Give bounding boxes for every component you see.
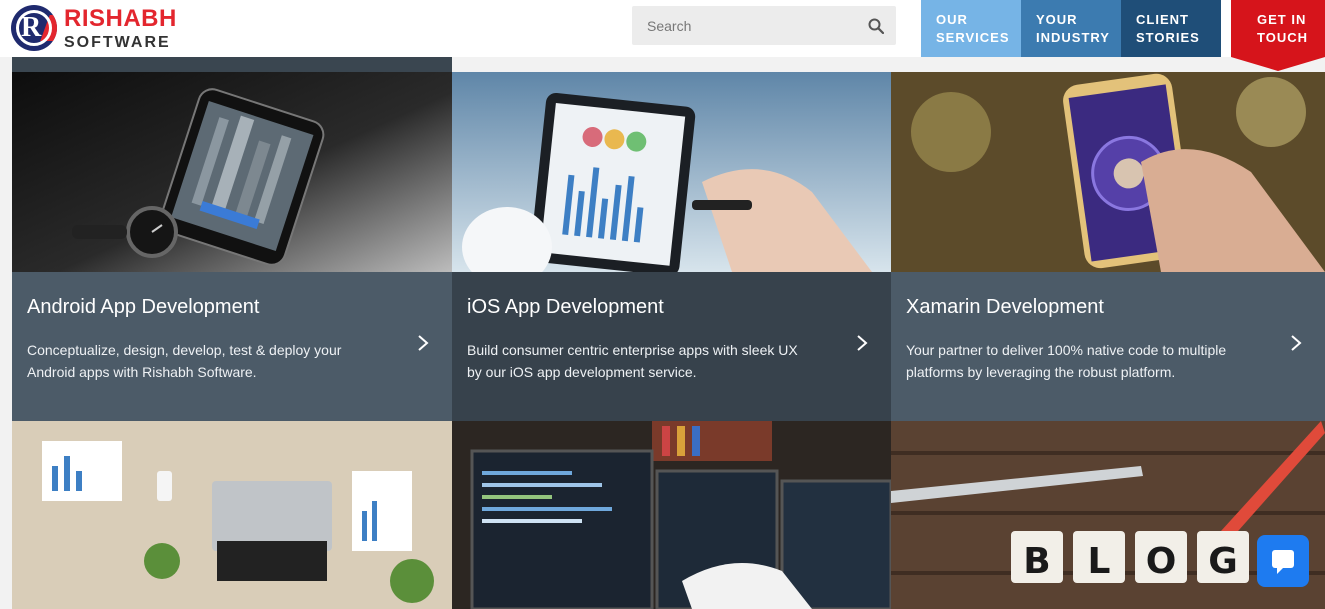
card-xamarin-info: Xamarin Development Your partner to deli… bbox=[891, 272, 1325, 421]
card-title: Android App Development bbox=[27, 296, 260, 318]
live-chat-button[interactable] bbox=[1257, 535, 1309, 587]
xamarin-phone-photo bbox=[891, 72, 1325, 272]
card-ios-info: iOS App Development Build consumer centr… bbox=[452, 272, 891, 421]
chevron-right-icon[interactable] bbox=[855, 334, 869, 352]
search-input[interactable] bbox=[632, 6, 860, 45]
services-grid: Android App Development Conceptualize, d… bbox=[12, 57, 1325, 609]
blog-letter-o: O bbox=[1145, 541, 1177, 582]
blog-letter-b: B bbox=[1023, 541, 1051, 582]
search-icon[interactable] bbox=[868, 18, 884, 34]
logo-line-2: SOFTWARE bbox=[64, 33, 171, 51]
site-header: R RISHABH SOFTWARE OUR SERVICES YOUR IND… bbox=[0, 0, 1325, 57]
nav-our-services[interactable]: OUR SERVICES bbox=[921, 0, 1021, 57]
chevron-right-icon[interactable] bbox=[1289, 334, 1303, 352]
chevron-right-icon[interactable] bbox=[416, 334, 430, 352]
get-in-touch-pointer bbox=[1231, 57, 1325, 71]
team-meeting-photo bbox=[12, 421, 452, 609]
card-xamarin[interactable]: Xamarin Development Your partner to deli… bbox=[891, 57, 1325, 421]
tile-coding-screens[interactable] bbox=[452, 421, 891, 609]
card-description: Your partner to deliver 100% native code… bbox=[906, 342, 1227, 380]
card-description: Build consumer centric enterprise apps w… bbox=[467, 342, 798, 380]
card-ios[interactable]: iOS App Development Build consumer centr… bbox=[452, 57, 891, 421]
android-phone-photo bbox=[12, 57, 452, 272]
nav-get-in-touch[interactable]: GET IN TOUCH bbox=[1231, 0, 1325, 57]
logo-line-1: RISHABH bbox=[64, 4, 177, 32]
search-box bbox=[632, 6, 896, 45]
card-android[interactable]: Android App Development Conceptualize, d… bbox=[12, 57, 452, 421]
nav-your-industry[interactable]: YOUR INDUSTRY bbox=[1021, 0, 1121, 57]
ipad-analytics-photo bbox=[452, 72, 891, 272]
card-title: Xamarin Development bbox=[906, 296, 1104, 318]
card-android-info: Android App Development Conceptualize, d… bbox=[12, 272, 452, 421]
rishabh-logo[interactable]: R RISHABH SOFTWARE bbox=[11, 4, 177, 52]
blog-letter-l: L bbox=[1087, 541, 1111, 582]
card-title: iOS App Development bbox=[467, 296, 664, 318]
coding-screens-photo bbox=[452, 421, 891, 609]
logo-badge-icon: R bbox=[11, 5, 57, 51]
tile-team-meeting[interactable] bbox=[12, 421, 452, 609]
blog-letter-g: G bbox=[1208, 541, 1238, 582]
card-description: Conceptualize, design, develop, test & d… bbox=[27, 342, 342, 380]
nav-client-stories[interactable]: CLIENT STORIES bbox=[1121, 0, 1221, 57]
chat-bubble-icon bbox=[1272, 550, 1294, 574]
